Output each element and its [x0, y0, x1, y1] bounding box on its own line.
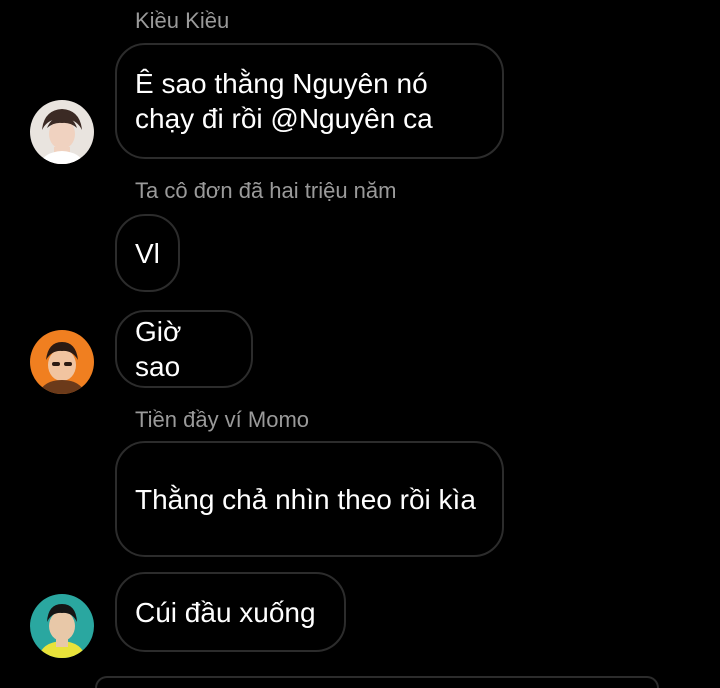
message-bubble[interactable]: Cúi đầu xuống	[115, 572, 346, 652]
message-bubble[interactable]: Thằng chả nhìn theo rồi kìa	[115, 441, 504, 557]
person-avatar-icon	[30, 594, 94, 658]
sender-name-ta-co-don: Ta cô đơn đã hai triệu năm	[135, 178, 397, 203]
message-text: Ê sao thằng Nguyên nó chạy đi rồi @Nguyê…	[135, 68, 433, 134]
message-input-edge	[95, 676, 659, 688]
avatar-ta-co-don[interactable]	[30, 330, 94, 394]
message-text: Cúi đầu xuống	[135, 596, 316, 628]
message-text: Giờ sao	[135, 316, 182, 382]
message-bubble[interactable]: Ê sao thằng Nguyên nó chạy đi rồi @Nguyê…	[115, 43, 504, 159]
person-avatar-icon	[30, 100, 94, 164]
avatar-tien-day-vi[interactable]	[30, 594, 94, 658]
message-bubble[interactable]: Vl	[115, 214, 180, 292]
person-avatar-icon	[30, 330, 94, 394]
message-text: Thằng chả nhìn theo rồi kìa	[135, 483, 476, 515]
sender-name-tien-day-vi: Tiền đầy ví Momo	[135, 407, 310, 432]
avatar-kieu-kieu[interactable]	[30, 100, 94, 164]
message-text: Vl	[135, 237, 160, 269]
sender-name-kieu-kieu: Kiều Kiều	[135, 8, 230, 33]
message-bubble[interactable]: Giờ sao	[115, 310, 253, 388]
